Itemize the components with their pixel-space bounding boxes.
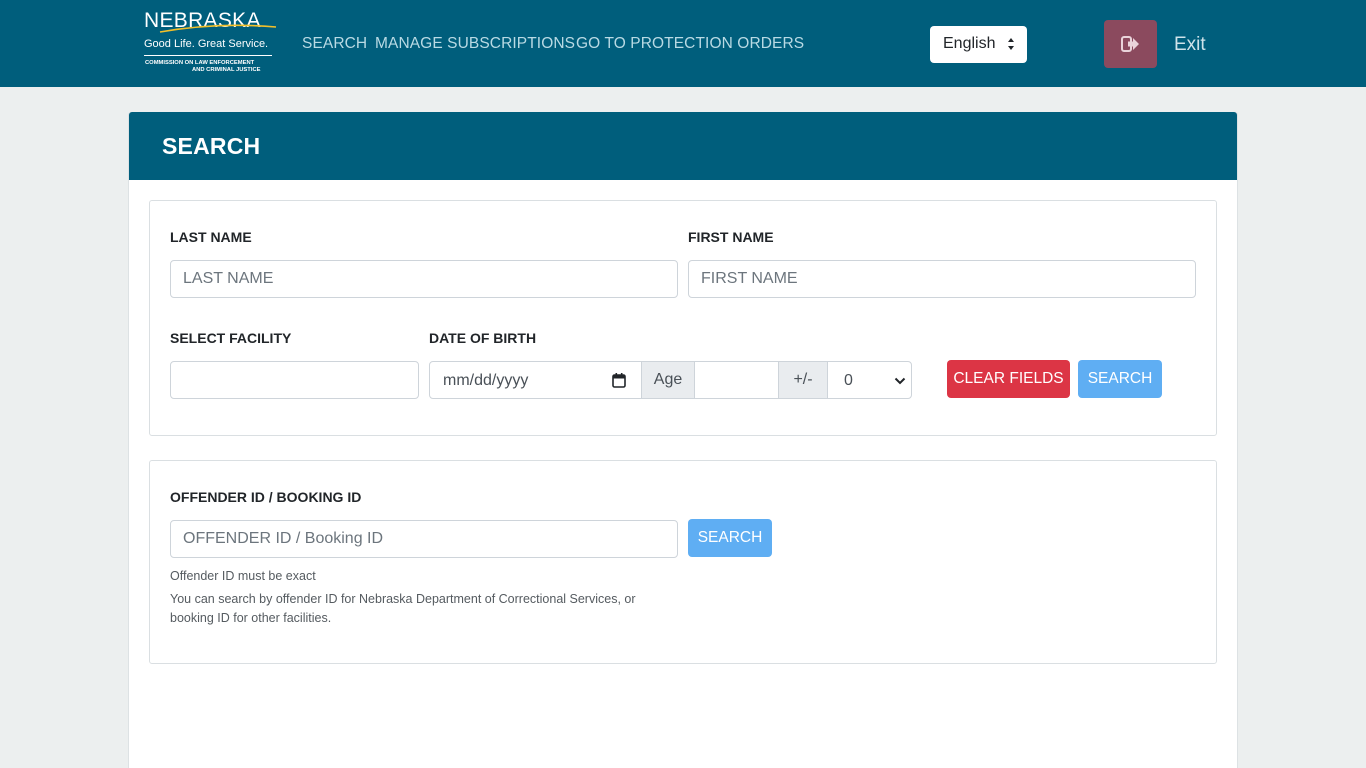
- name-search-button[interactable]: SEARCH: [1078, 360, 1162, 398]
- nav-protection-orders[interactable]: GO TO PROTECTION ORDERS: [576, 35, 804, 53]
- dob-label: DATE OF BIRTH: [429, 330, 537, 346]
- chevron-down-icon: [894, 377, 906, 385]
- logo-org-line-1: COMMISSION ON LAW ENFORCEMENT: [145, 60, 255, 66]
- first-name-label: FIRST NAME: [688, 229, 774, 245]
- exit-link[interactable]: Exit: [1174, 34, 1206, 56]
- facility-input[interactable]: [170, 361, 419, 399]
- calendar-icon[interactable]: [612, 373, 626, 388]
- sign-out-icon: [1121, 36, 1139, 52]
- clear-fields-button[interactable]: CLEAR FIELDS: [947, 360, 1070, 398]
- tolerance-selected-value: 0: [844, 372, 853, 389]
- language-selected-value: English: [943, 35, 996, 52]
- dob-placeholder: mm/dd/yyyy: [443, 372, 529, 389]
- logo-tagline: Good Life. Great Service.: [144, 38, 269, 50]
- language-select[interactable]: English: [930, 26, 1027, 63]
- nav-manage-subscriptions[interactable]: MANAGE SUBSCRIPTIONS: [375, 35, 575, 53]
- tolerance-addon: +/-: [778, 361, 828, 399]
- help-exact-text: Offender ID must be exact: [170, 569, 316, 583]
- nebraska-logo[interactable]: NEBRASKA Good Life. Great Service. COMMI…: [144, 10, 278, 76]
- logo-swoosh-icon: [159, 24, 277, 33]
- offender-id-input[interactable]: [170, 520, 678, 558]
- help-detail-text: You can search by offender ID for Nebras…: [170, 592, 636, 625]
- last-name-input[interactable]: [170, 260, 678, 298]
- age-addon: Age: [641, 361, 695, 399]
- last-name-label: LAST NAME: [170, 229, 252, 245]
- name-search-panel: [149, 200, 1217, 436]
- nav-search[interactable]: SEARCH: [302, 35, 367, 53]
- date-of-birth-input[interactable]: mm/dd/yyyy: [429, 361, 642, 399]
- logo-divider: [144, 55, 272, 56]
- select-arrows-icon: [1008, 38, 1014, 50]
- age-input[interactable]: [694, 361, 779, 399]
- logo-org-line-2: AND CRIMINAL JUSTICE: [192, 67, 261, 73]
- id-search-button[interactable]: SEARCH: [688, 519, 772, 557]
- exit-button[interactable]: [1104, 20, 1157, 68]
- page-title: SEARCH: [162, 133, 261, 159]
- first-name-input[interactable]: [688, 260, 1196, 298]
- offender-id-label: OFFENDER ID / BOOKING ID: [170, 489, 362, 505]
- tolerance-select[interactable]: 0: [827, 361, 912, 399]
- search-card-header: [129, 112, 1237, 180]
- top-navbar: NEBRASKA Good Life. Great Service. COMMI…: [0, 0, 1366, 87]
- facility-label: SELECT FACILITY: [170, 330, 292, 346]
